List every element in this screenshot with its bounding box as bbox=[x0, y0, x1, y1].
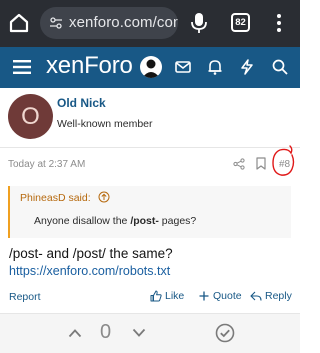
check-circle-icon[interactable] bbox=[215, 323, 235, 343]
hamburger-icon[interactable] bbox=[13, 60, 31, 74]
message-attribution: Today at 2:37 AM #8 bbox=[0, 152, 300, 176]
avatar[interactable]: O bbox=[8, 94, 53, 139]
vote-count: 0 bbox=[100, 321, 112, 343]
bookmark-icon[interactable] bbox=[256, 157, 266, 170]
report-button[interactable]: Report bbox=[9, 291, 41, 303]
avatar-icon[interactable] bbox=[140, 56, 162, 78]
lock-icon[interactable] bbox=[49, 16, 63, 30]
quote-button[interactable]: Quote bbox=[198, 290, 242, 302]
share-icon[interactable] bbox=[233, 158, 245, 170]
arrow-up-circle-icon[interactable] bbox=[98, 191, 110, 203]
message-actions: Report Like Quote Reply bbox=[0, 287, 300, 307]
url-text: xenforo.com/com bbox=[69, 14, 178, 31]
vote-bar: 0 bbox=[0, 313, 300, 353]
bell-icon[interactable] bbox=[206, 58, 224, 76]
username-link[interactable]: Old Nick bbox=[57, 96, 106, 110]
home-icon[interactable] bbox=[7, 11, 31, 35]
browser-toolbar: xenforo.com/com 82 bbox=[0, 0, 300, 47]
message-body-text: /post- and /post/ the same? bbox=[9, 246, 173, 261]
plus-icon bbox=[199, 291, 209, 301]
quote-text: Anyone disallow the /post- pages? bbox=[34, 215, 197, 227]
search-icon[interactable] bbox=[271, 58, 289, 76]
like-button[interactable]: Like bbox=[150, 290, 184, 302]
post-timestamp[interactable]: Today at 2:37 AM bbox=[8, 159, 85, 170]
tab-count: 82 bbox=[235, 17, 246, 28]
site-logo[interactable]: xenForo bbox=[46, 52, 133, 80]
like-label: Like bbox=[165, 290, 185, 302]
message-body-link[interactable]: https://xenforo.com/robots.txt bbox=[9, 264, 170, 278]
thumbs-up-icon bbox=[150, 290, 162, 302]
reply-icon bbox=[250, 291, 262, 301]
user-title: Well-known member bbox=[57, 118, 153, 130]
site-header: xenForo bbox=[0, 47, 300, 88]
reply-button[interactable]: Reply bbox=[250, 290, 292, 302]
tabs-icon[interactable]: 82 bbox=[231, 13, 250, 32]
overflow-menu-icon[interactable] bbox=[275, 12, 283, 34]
inbox-icon[interactable] bbox=[174, 58, 192, 76]
quote-label: Quote bbox=[213, 290, 242, 302]
bolt-icon[interactable] bbox=[238, 58, 256, 76]
quoted-message: PhineasD said: Anyone disallow the /post… bbox=[8, 186, 291, 238]
message-user-block: O Old Nick Well-known member bbox=[0, 88, 300, 148]
mic-icon[interactable] bbox=[189, 11, 209, 35]
address-bar[interactable]: xenforo.com/com bbox=[40, 7, 178, 39]
chevron-down-icon[interactable] bbox=[132, 328, 146, 338]
chevron-up-icon[interactable] bbox=[68, 328, 82, 338]
reply-label: Reply bbox=[265, 290, 292, 302]
avatar-letter: O bbox=[21, 102, 40, 130]
post-number-link[interactable]: #8 bbox=[279, 159, 290, 170]
quote-author[interactable]: PhineasD said: bbox=[20, 192, 91, 204]
